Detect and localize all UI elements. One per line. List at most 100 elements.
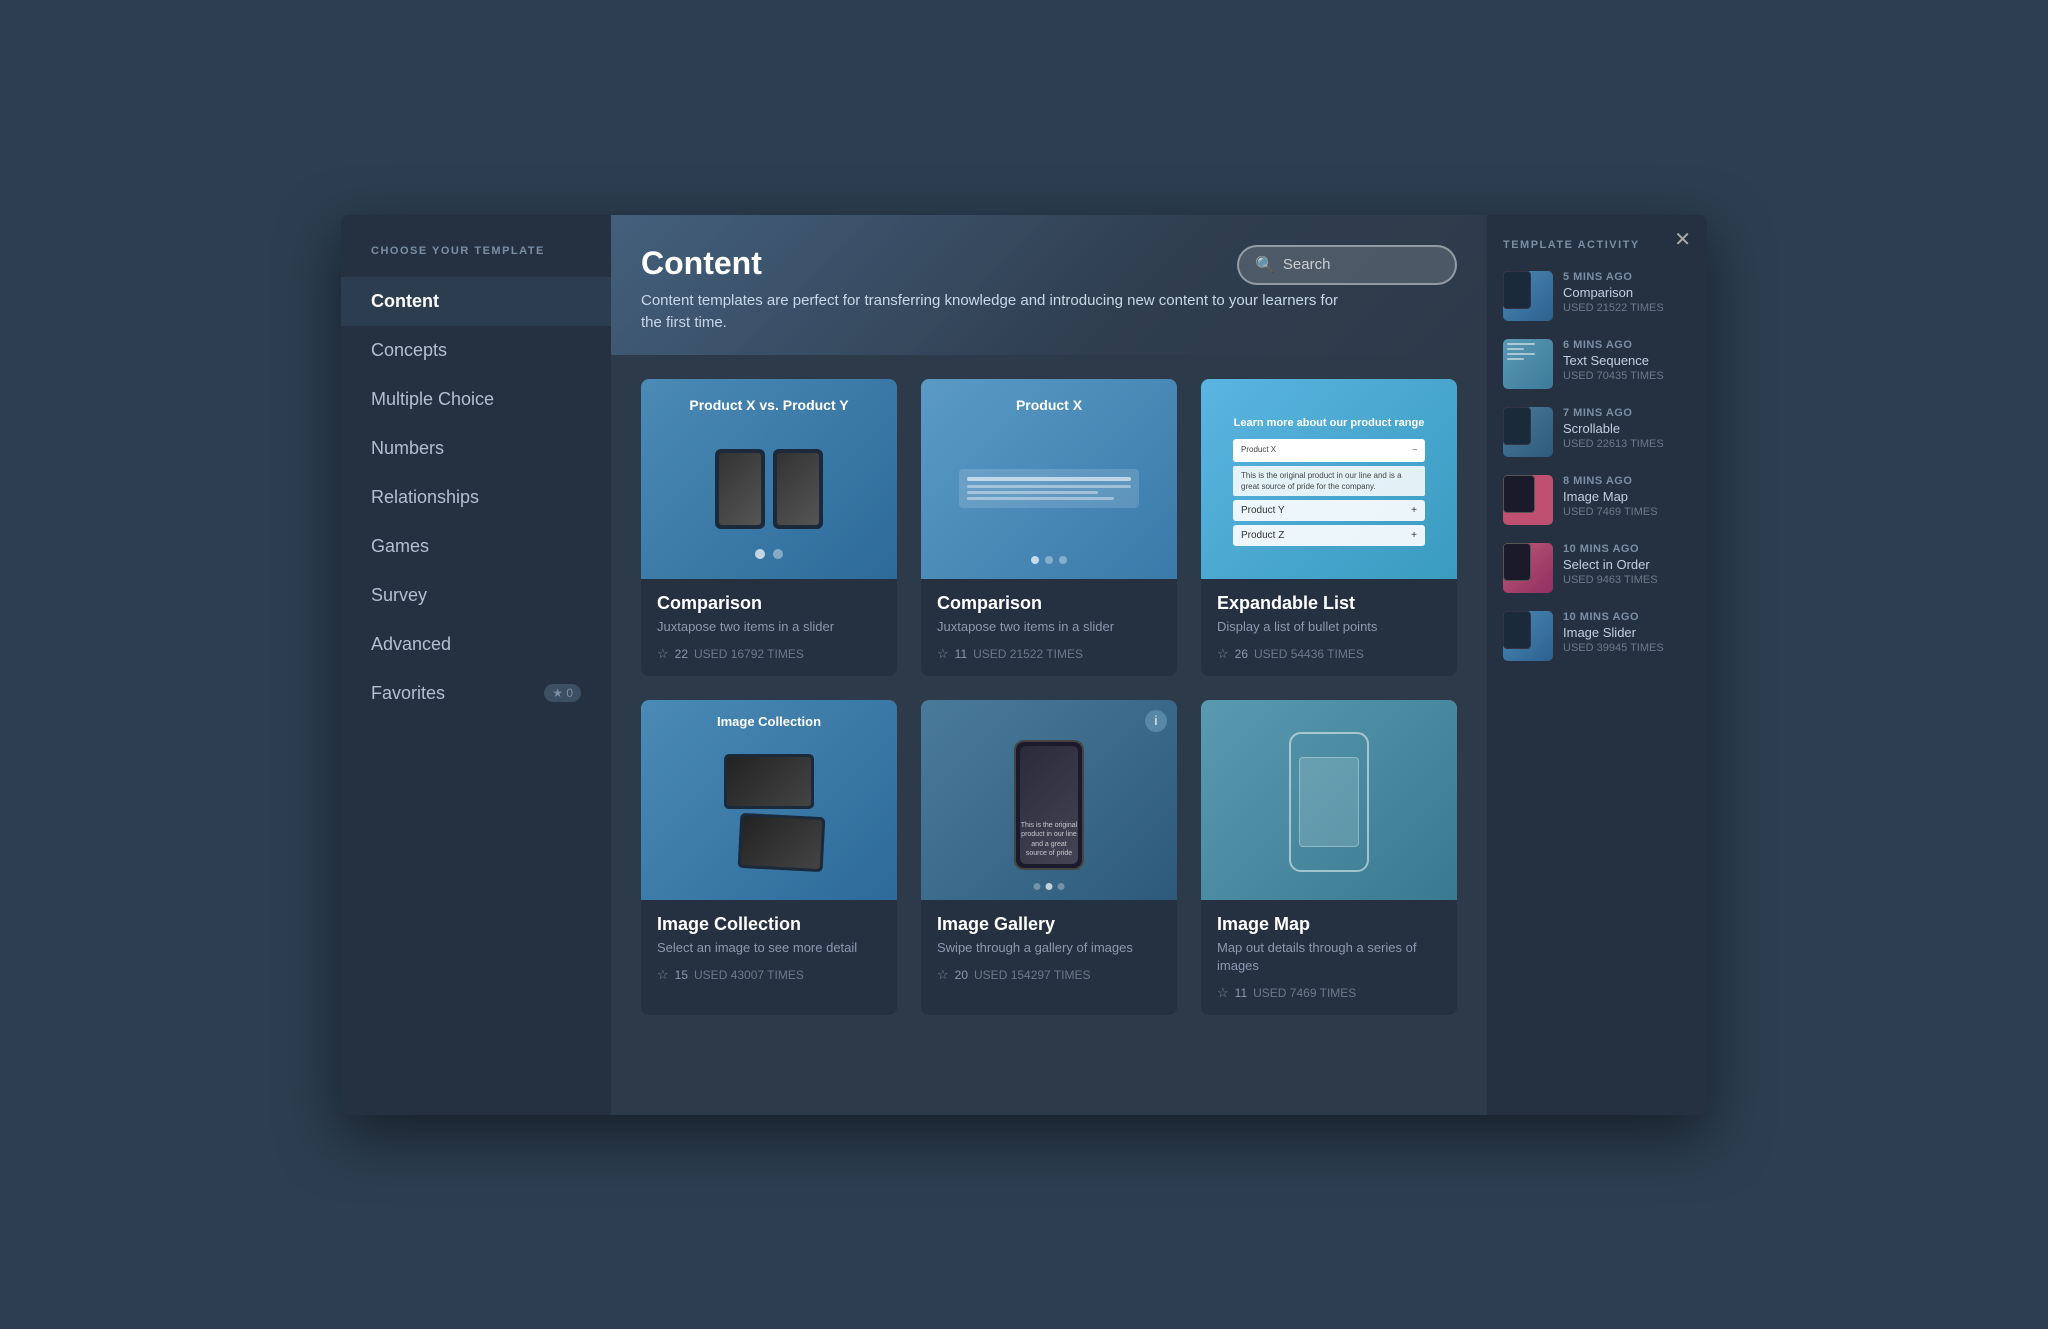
activity-item-1: 5 MINS AGO Comparison USED 21522 TIMES bbox=[1503, 271, 1691, 321]
activity-name-3: Scrollable bbox=[1563, 421, 1691, 436]
activity-info-3: 7 MINS AGO Scrollable USED 22613 TIMES bbox=[1563, 407, 1691, 450]
favorites-badge: ★ 0 bbox=[544, 684, 581, 702]
star-icon: ☆ bbox=[937, 646, 949, 662]
sidebar-item-multiplechoice[interactable]: Multiple Choice bbox=[341, 375, 611, 424]
right-panel: TEMPLATE ACTIVITY 5 MINS AGO Comparison … bbox=[1487, 215, 1707, 1115]
activity-name-6: Image Slider bbox=[1563, 625, 1691, 640]
activity-time-3: 7 MINS AGO bbox=[1563, 407, 1691, 419]
sidebar-item-advanced[interactable]: Advanced bbox=[341, 620, 611, 669]
activity-thumb-4 bbox=[1503, 475, 1553, 525]
main-header: Content Content templates are perfect fo… bbox=[611, 215, 1487, 355]
activity-used-4: USED 7469 TIMES bbox=[1563, 506, 1691, 518]
activity-thumb-2 bbox=[1503, 339, 1553, 389]
star-icon: ☆ bbox=[657, 646, 669, 662]
search-icon: 🔍 bbox=[1255, 255, 1275, 275]
search-input-wrap[interactable]: 🔍 bbox=[1237, 245, 1457, 285]
activity-name-1: Comparison bbox=[1563, 285, 1691, 300]
template-meta-imggallery: ☆ 20 USED 154297 TIMES bbox=[937, 967, 1161, 983]
sidebar-item-concepts[interactable]: Concepts bbox=[341, 326, 611, 375]
activity-thumb-phone-5 bbox=[1503, 543, 1531, 581]
sidebar-title: CHOOSE YOUR TEMPLATE bbox=[341, 245, 611, 277]
templates-grid: Product X vs. Product Y Comparison Juxt bbox=[611, 355, 1487, 1040]
activity-thumb-1 bbox=[1503, 271, 1553, 321]
template-card-imgcollection[interactable]: Image Collection Image Collection Select… bbox=[641, 700, 897, 1015]
sidebar-item-games[interactable]: Games bbox=[341, 522, 611, 571]
activity-thumb-5 bbox=[1503, 543, 1553, 593]
template-info-imgmap: Image Map Map out details through a seri… bbox=[1201, 900, 1457, 1015]
activity-item-2: 6 MINS AGO Text Sequence USED 70435 TIME… bbox=[1503, 339, 1691, 389]
panel-title: TEMPLATE ACTIVITY bbox=[1503, 239, 1691, 251]
star-icon: ☆ bbox=[1217, 985, 1229, 1001]
activity-time-2: 6 MINS AGO bbox=[1563, 339, 1691, 351]
star-count-comparison1: 22 bbox=[675, 647, 688, 661]
activity-thumb-3 bbox=[1503, 407, 1553, 457]
thumb-phone-big: This is the original product in our line… bbox=[1014, 740, 1084, 870]
template-desc-expandable: Display a list of bullet points bbox=[1217, 618, 1441, 636]
used-count-expandable: USED 54436 TIMES bbox=[1254, 647, 1364, 661]
activity-name-5: Select in Order bbox=[1563, 557, 1691, 572]
template-info-imgcollection: Image Collection Select an image to see … bbox=[641, 900, 897, 997]
used-count-comparison2: USED 21522 TIMES bbox=[973, 647, 1083, 661]
template-name-expandable: Expandable List bbox=[1217, 593, 1441, 614]
star-count-imggallery: 20 bbox=[955, 968, 968, 982]
template-info-imggallery: Image Gallery Swipe through a gallery of… bbox=[921, 900, 1177, 997]
page-description: Content templates are perfect for transf… bbox=[641, 290, 1341, 335]
activity-thumb-phone-3 bbox=[1503, 407, 1531, 445]
template-name-comparison2: Comparison bbox=[937, 593, 1161, 614]
activity-time-4: 8 MINS AGO bbox=[1563, 475, 1691, 487]
template-info-expandable: Expandable List Display a list of bullet… bbox=[1201, 579, 1457, 676]
sidebar-item-content[interactable]: Content bbox=[341, 277, 611, 326]
thumb-phone-left bbox=[715, 449, 765, 529]
template-card-expandable[interactable]: Learn more about our product range Produ… bbox=[1201, 379, 1457, 676]
activity-used-6: USED 39945 TIMES bbox=[1563, 642, 1691, 654]
expandable-inner: Learn more about our product range Produ… bbox=[1233, 417, 1425, 550]
template-name-imggallery: Image Gallery bbox=[937, 914, 1161, 935]
activity-item-6: 10 MINS AGO Image Slider USED 39945 TIME… bbox=[1503, 611, 1691, 661]
expand-item-3: Product Z + bbox=[1233, 525, 1425, 546]
sidebar-item-numbers[interactable]: Numbers bbox=[341, 424, 611, 473]
used-count-imgcollection: USED 43007 TIMES bbox=[694, 968, 804, 982]
template-meta-comparison1: ☆ 22 USED 16792 TIMES bbox=[657, 646, 881, 662]
activity-used-1: USED 21522 TIMES bbox=[1563, 302, 1691, 314]
template-info-comparison1: Comparison Juxtapose two items in a slid… bbox=[641, 579, 897, 676]
template-meta-imgmap: ☆ 11 USED 7469 TIMES bbox=[1217, 985, 1441, 1001]
activity-time-1: 5 MINS AGO bbox=[1563, 271, 1691, 283]
sidebar-item-favorites[interactable]: Favorites ★ 0 bbox=[341, 669, 611, 718]
search-input[interactable] bbox=[1283, 256, 1439, 273]
thumb-imgcollection: Image Collection bbox=[641, 700, 897, 900]
template-card-comparison1[interactable]: Product X vs. Product Y Comparison Juxt bbox=[641, 379, 897, 676]
thumb-imgmap bbox=[1201, 700, 1457, 900]
template-card-imggallery[interactable]: i This is the original product in our li… bbox=[921, 700, 1177, 1015]
thumb-comparison1-label: Product X vs. Product Y bbox=[641, 397, 897, 413]
template-card-comparison2[interactable]: Product X bbox=[921, 379, 1177, 676]
thumb-text-content bbox=[959, 469, 1138, 508]
activity-item-5: 10 MINS AGO Select in Order USED 9463 TI… bbox=[1503, 543, 1691, 593]
activity-used-5: USED 9463 TIMES bbox=[1563, 574, 1691, 586]
sidebar: CHOOSE YOUR TEMPLATE Content Concepts Mu… bbox=[341, 215, 611, 1115]
activity-info-2: 6 MINS AGO Text Sequence USED 70435 TIME… bbox=[1563, 339, 1691, 382]
activity-info-4: 8 MINS AGO Image Map USED 7469 TIMES bbox=[1563, 475, 1691, 518]
thumb-comparison2-label: Product X bbox=[921, 397, 1177, 413]
activity-used-3: USED 22613 TIMES bbox=[1563, 438, 1691, 450]
used-count-comparison1: USED 16792 TIMES bbox=[694, 647, 804, 661]
template-info-comparison2: Comparison Juxtapose two items in a slid… bbox=[921, 579, 1177, 676]
activity-item-3: 7 MINS AGO Scrollable USED 22613 TIMES bbox=[1503, 407, 1691, 457]
activity-item-4: 8 MINS AGO Image Map USED 7469 TIMES bbox=[1503, 475, 1691, 525]
star-icon: ☆ bbox=[1217, 646, 1229, 662]
sidebar-item-survey[interactable]: Survey bbox=[341, 571, 611, 620]
star-icon: ☆ bbox=[937, 967, 949, 983]
template-card-imgmap[interactable]: Image Map Map out details through a seri… bbox=[1201, 700, 1457, 1015]
expand-item-2: Product Y + bbox=[1233, 500, 1425, 521]
template-chooser-modal: ✕ CHOOSE YOUR TEMPLATE Content Concepts … bbox=[341, 215, 1707, 1115]
thumb-comparison1: Product X vs. Product Y bbox=[641, 379, 897, 579]
used-count-imggallery: USED 154297 TIMES bbox=[974, 968, 1091, 982]
thumb-comparison2: Product X bbox=[921, 379, 1177, 579]
sidebar-item-relationships[interactable]: Relationships bbox=[341, 473, 611, 522]
thumb-phone-outline bbox=[1289, 732, 1369, 872]
close-button[interactable]: ✕ bbox=[1674, 227, 1691, 252]
thumb-cards-stack bbox=[724, 754, 814, 870]
template-desc-imgmap: Map out details through a series of imag… bbox=[1217, 939, 1441, 975]
template-desc-comparison2: Juxtapose two items in a slider bbox=[937, 618, 1161, 636]
template-desc-comparison1: Juxtapose two items in a slider bbox=[657, 618, 881, 636]
star-count-imgmap: 11 bbox=[1235, 986, 1247, 1000]
